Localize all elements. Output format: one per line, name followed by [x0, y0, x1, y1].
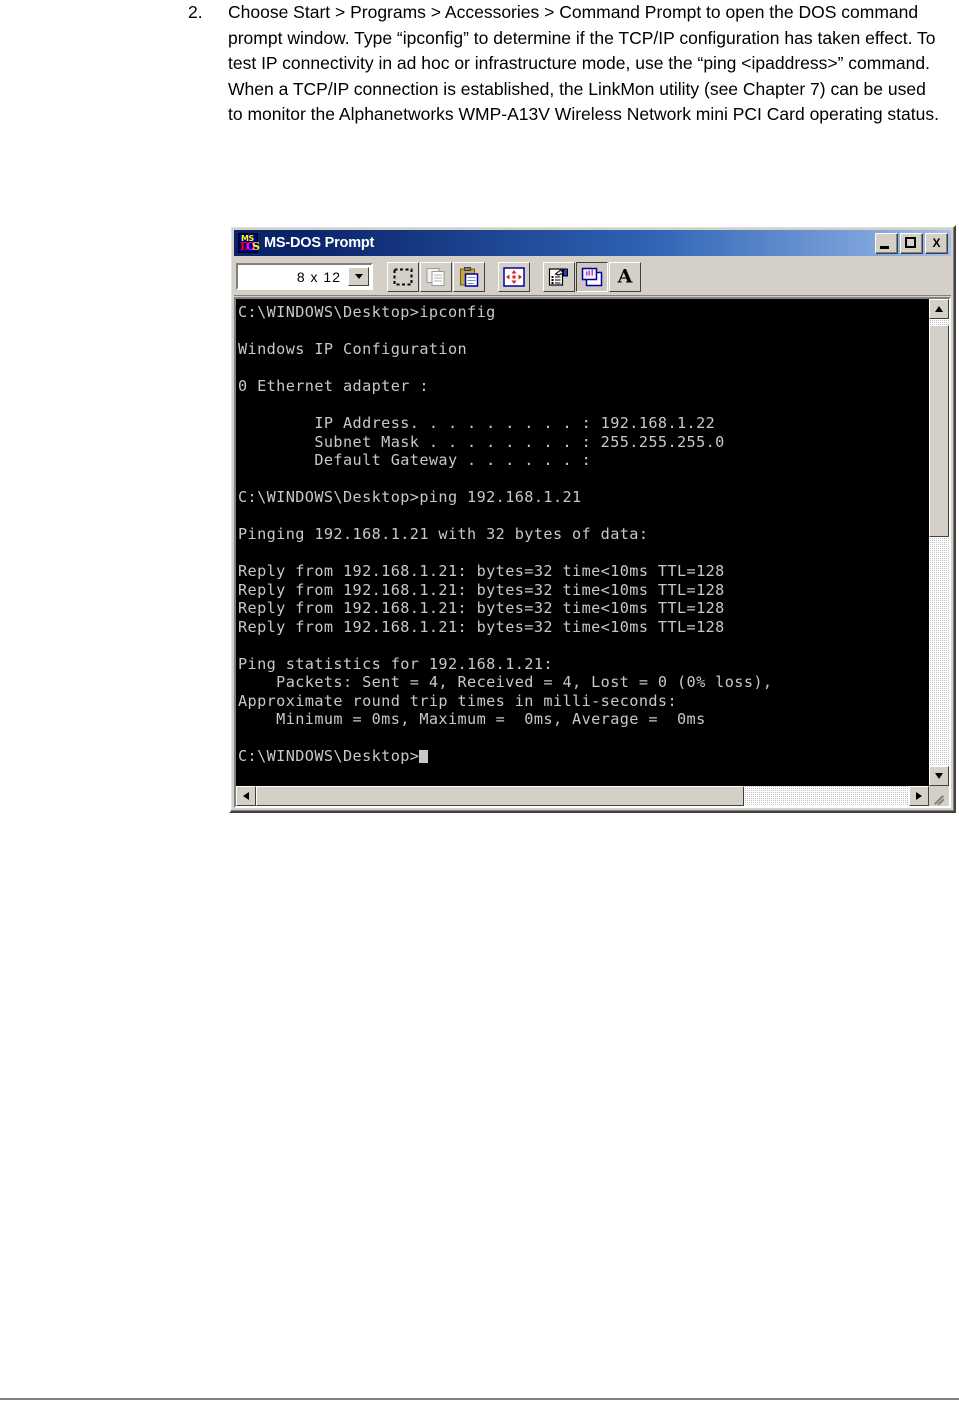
triangle-right-icon [916, 792, 922, 800]
close-icon: X [932, 236, 941, 250]
step-number: 2. [188, 2, 203, 22]
scroll-up-button[interactable] [929, 299, 949, 319]
full-screen-icon [503, 266, 525, 287]
full-screen-button[interactable] [498, 261, 530, 292]
instruction-step: 2. Choose Start > Programs > Accessories… [188, 0, 940, 128]
paste-icon [460, 266, 479, 287]
chevron-down-icon[interactable] [348, 267, 369, 286]
font-button[interactable]: A [609, 261, 641, 292]
ms-dos-prompt-window: MS D O S MS-DOS Prompt X 8 x 12 A C:\WIN… [229, 225, 956, 813]
background-icon [581, 267, 603, 286]
fullscreen-button-group [498, 261, 531, 292]
scroll-left-button[interactable] [236, 786, 256, 806]
scroll-down-button[interactable] [929, 766, 949, 786]
horizontal-scrollbar[interactable] [236, 786, 929, 806]
maximize-icon [905, 236, 916, 248]
font-icon: A [617, 265, 633, 287]
maximize-button[interactable] [900, 232, 923, 254]
console-output-area[interactable]: C:\WINDOWS\Desktop>ipconfig Windows IP C… [236, 299, 929, 786]
horizontal-scroll-thumb[interactable] [256, 786, 744, 806]
page-footer-rule [0, 1398, 959, 1400]
console-text: C:\WINDOWS\Desktop>ipconfig Windows IP C… [238, 303, 773, 765]
font-size-combobox[interactable]: 8 x 12 [236, 263, 373, 290]
mark-icon [393, 268, 413, 285]
mark-button[interactable] [387, 261, 419, 292]
copy-button[interactable] [420, 261, 452, 292]
ms-dos-icon-s-text: S [252, 240, 260, 253]
window-controls: X [875, 232, 948, 254]
clipboard-button-group [387, 261, 486, 292]
window-titlebar[interactable]: MS D O S MS-DOS Prompt X [234, 230, 951, 256]
properties-button[interactable] [543, 261, 575, 292]
minimize-button[interactable] [875, 232, 898, 254]
resize-grip[interactable] [929, 786, 949, 806]
close-button[interactable]: X [925, 232, 948, 254]
paste-button[interactable] [453, 261, 485, 292]
minimize-icon [880, 245, 889, 249]
settings-button-group: A [543, 261, 642, 292]
background-button[interactable] [576, 261, 608, 292]
vertical-scroll-thumb[interactable] [929, 325, 949, 537]
properties-icon [548, 267, 568, 286]
scroll-right-button[interactable] [909, 786, 929, 806]
window-toolbar: 8 x 12 A [234, 258, 951, 296]
triangle-up-icon [935, 306, 943, 312]
console-cursor [419, 750, 429, 763]
console-frame: C:\WINDOWS\Desktop>ipconfig Windows IP C… [234, 297, 951, 808]
ms-dos-icon: MS D O S [238, 233, 260, 253]
triangle-down-icon [935, 773, 943, 779]
font-size-value: 8 x 12 [296, 268, 341, 285]
window-title: MS-DOS Prompt [264, 235, 375, 251]
step-text: Choose Start > Programs > Accessories > … [228, 2, 939, 124]
vertical-scrollbar[interactable] [929, 299, 949, 786]
triangle-left-icon [243, 792, 249, 800]
copy-icon [426, 267, 445, 286]
